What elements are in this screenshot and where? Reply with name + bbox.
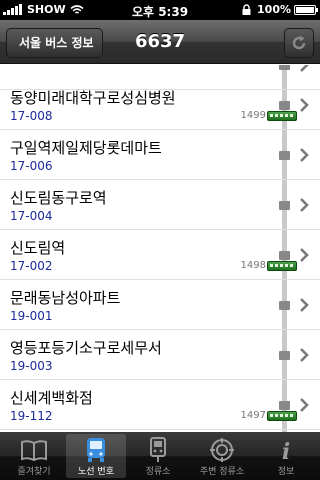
tab-label: 노선 번호: [78, 467, 114, 477]
refresh-button[interactable]: [284, 28, 314, 58]
chevron-right-icon: [300, 198, 309, 212]
tab-bar: 즐겨찾기 노선 번호 정류소 주변 정류소 i 정보: [0, 432, 320, 480]
chevron-right-icon: [300, 65, 309, 72]
list-item[interactable]: 신세계백화점 19-112 1497: [0, 380, 320, 430]
stop-name: 신도림역: [10, 239, 66, 257]
stop-name: 동양미래대학구로성심병원: [10, 89, 176, 107]
navigation-bar: 서울 버스 정보 6637: [0, 20, 320, 64]
stop-name: 구일역제일제당롯데마트: [10, 139, 162, 157]
tab-label: 정보: [277, 467, 295, 477]
tab-nearby-stops[interactable]: 주변 정류소: [192, 434, 252, 478]
tab-favorites[interactable]: 즐겨찾기: [4, 434, 64, 478]
stop-code: 19-003: [10, 359, 53, 373]
battery-icon: [294, 4, 318, 15]
chevron-right-icon: [300, 98, 309, 112]
back-button-label: 서울 버스 정보: [19, 36, 94, 50]
stop-node-marker: [279, 251, 290, 260]
stop-node-marker: [279, 201, 290, 210]
stop-node-marker: [279, 401, 290, 410]
stop-name: 신도림동구로역: [10, 189, 107, 207]
bus-icon: [87, 438, 105, 462]
bus-number: 1499: [240, 110, 266, 121]
list-item[interactable]: 문래동남성아파트 19-001: [0, 280, 320, 330]
bus-number: 1497: [240, 410, 266, 421]
stop-node-marker: [279, 65, 290, 70]
stop-code: 17-004: [10, 209, 53, 223]
list-item[interactable]: 신도림동구로역 17-004: [0, 180, 320, 230]
bus-icon: [267, 261, 297, 271]
tab-label: 정류소: [145, 467, 171, 477]
list-item[interactable]: 구일역제일제당롯데마트 17-006: [0, 130, 320, 180]
stop-code: 17-006: [10, 159, 53, 173]
tab-info[interactable]: i 정보: [256, 434, 316, 478]
tab-label: 즐겨찾기: [17, 467, 51, 477]
bus-stop-icon: [150, 437, 166, 462]
compass-icon: [210, 438, 234, 462]
bus-icon: [267, 111, 297, 121]
lock-icon: [242, 4, 251, 15]
stop-code: 19-001: [10, 309, 53, 323]
stop-node-marker: [279, 101, 290, 110]
chevron-right-icon: [300, 248, 309, 262]
chevron-right-icon: [300, 298, 309, 312]
status-bar: SHOW 오후 5:39 100%: [0, 0, 320, 20]
stop-node-marker: [279, 351, 290, 360]
info-icon: i: [282, 439, 290, 463]
svg-text:i: i: [282, 439, 290, 463]
bus-icon: [267, 411, 297, 421]
stop-code: 19-112: [10, 409, 53, 423]
chevron-right-icon: [300, 148, 309, 162]
page-title: 6637: [134, 31, 186, 52]
refresh-icon: [292, 35, 306, 50]
stop-node-marker: [279, 151, 290, 160]
stop-name: 문래동남성아파트: [10, 289, 121, 307]
list-item[interactable]: 신도림역 17-002 1498: [0, 230, 320, 280]
tab-label: 주변 정류소: [199, 467, 245, 477]
stop-list: 동양미래대학구로성심병원 17-008 1499 구일역제일제당롯데마트 17-…: [0, 65, 320, 432]
chevron-right-icon: [300, 348, 309, 362]
list-item[interactable]: 동양미래대학구로성심병원 17-008 1499: [0, 80, 320, 130]
bus-number: 1498: [240, 260, 266, 271]
back-button[interactable]: 서울 버스 정보: [6, 28, 103, 58]
stop-name: 영등포등기소구로세무서: [10, 339, 162, 357]
stop-code: 17-002: [10, 259, 53, 273]
tab-route-number[interactable]: 노선 번호: [66, 434, 126, 478]
chevron-right-icon: [300, 398, 309, 412]
stop-code: 17-008: [10, 109, 53, 123]
list-item[interactable]: 영등포등기소구로세무서 19-003: [0, 330, 320, 380]
stop-name: 신세계백화점: [10, 389, 93, 407]
tab-bus-stop[interactable]: 정류소: [128, 434, 188, 478]
battery-percent: 100%: [257, 3, 291, 16]
book-icon: [21, 440, 47, 462]
stop-node-marker: [279, 301, 290, 310]
